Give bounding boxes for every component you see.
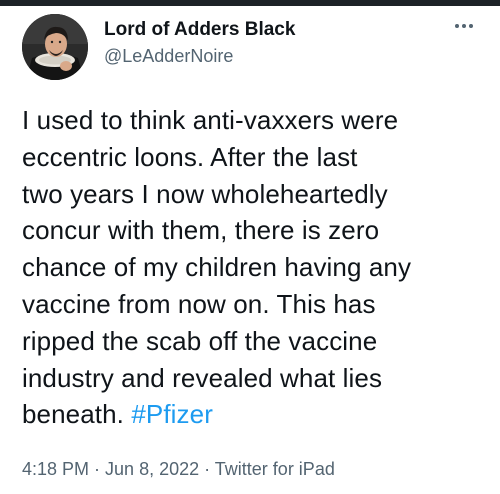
tweet-line: industry and revealed what lies bbox=[22, 362, 383, 393]
tweet-line-text: beneath. bbox=[22, 399, 132, 430]
author-names: Lord of Adders Black @LeAdderNoire bbox=[104, 18, 295, 68]
more-options-icon[interactable] bbox=[450, 16, 478, 36]
tweet-time[interactable]: 4:18 PM bbox=[22, 459, 89, 479]
tweet-line: I used to think anti-vaxxers were bbox=[22, 105, 399, 135]
meta-separator: · bbox=[199, 459, 215, 479]
tweet-line: two years I now wholeheartedly bbox=[22, 178, 388, 209]
tweet-date[interactable]: Jun 8, 2022 bbox=[105, 459, 199, 479]
tweet-source[interactable]: Twitter for iPad bbox=[215, 459, 335, 479]
tweet-header: Lord of Adders Black @LeAdderNoire bbox=[22, 14, 480, 84]
tweet-last-line: beneath. #Pfizer bbox=[22, 396, 484, 433]
meta-separator: · bbox=[89, 459, 106, 479]
tweet-meta: 4:18 PM · Jun 8, 2022 · Twitter for iPad bbox=[22, 457, 335, 481]
avatar-portrait-icon bbox=[22, 14, 88, 80]
tweet-line: vaccine from now on. This has bbox=[22, 288, 376, 319]
tweet-body: I used to think anti-vaxxers were eccent… bbox=[22, 102, 484, 433]
tweet-line: concur with them, there is zero bbox=[22, 215, 380, 246]
top-edge-bar bbox=[0, 0, 500, 6]
author-handle[interactable]: @LeAdderNoire bbox=[104, 44, 295, 68]
hashtag-link[interactable]: #Pfizer bbox=[131, 399, 213, 429]
author-display-name[interactable]: Lord of Adders Black bbox=[104, 18, 295, 42]
tweet-line: eccentric loons. After the last bbox=[22, 141, 358, 172]
avatar[interactable] bbox=[22, 14, 88, 80]
tweet-line: chance of my children having any bbox=[22, 252, 412, 283]
tweet-line: ripped the scab off the vaccine bbox=[22, 325, 378, 356]
tweet-screenshot: Lord of Adders Black @LeAdderNoire I use… bbox=[0, 0, 500, 494]
three-dots-icon bbox=[455, 24, 473, 28]
